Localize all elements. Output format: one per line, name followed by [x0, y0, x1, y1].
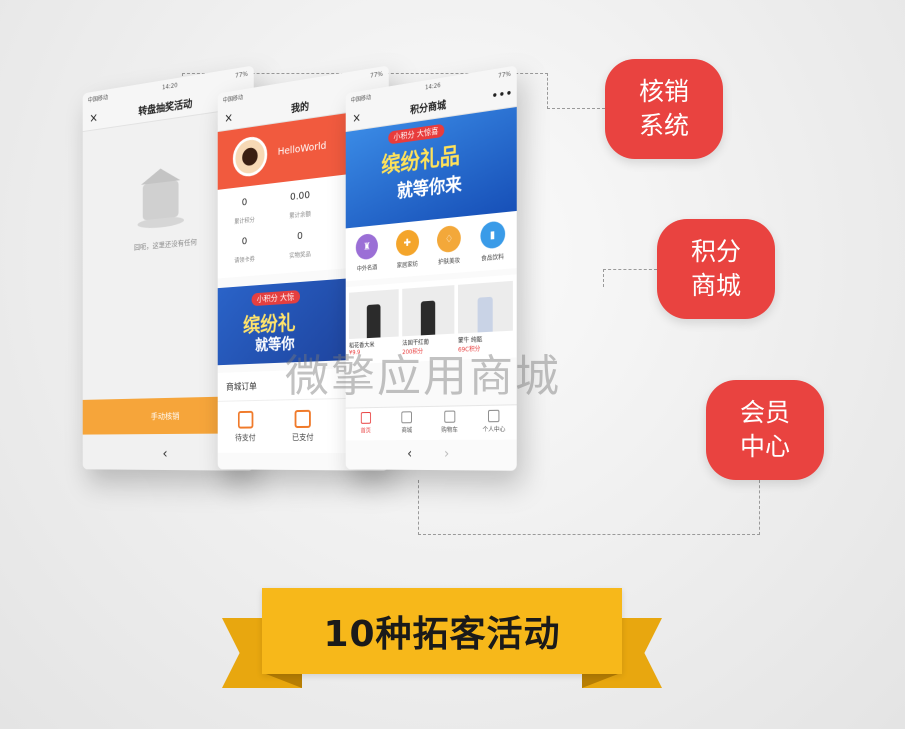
order-pending-item[interactable]: 待支付	[235, 411, 256, 443]
product-image	[458, 281, 513, 334]
connector-line	[759, 480, 760, 535]
bag-tab-icon	[402, 411, 413, 423]
points-mall-badge: 积分 商城	[657, 219, 775, 319]
category-home[interactable]: ✚ 家居家纺	[387, 228, 428, 270]
home-tab-icon	[361, 412, 371, 424]
member-center-badge: 会员 中心	[706, 380, 824, 480]
tab-cart[interactable]: 购物车	[428, 406, 472, 440]
avatar[interactable]	[233, 135, 267, 179]
tab-home[interactable]: 首页	[346, 408, 386, 441]
category-drink[interactable]: ▮ 食品饮料	[471, 219, 515, 263]
battery-label: 77%	[235, 70, 248, 79]
ribbon-headline: 10种拓客活动	[323, 605, 560, 657]
carrier-label: 中国移动	[223, 92, 243, 104]
stat-item[interactable]: 0 累计积分	[218, 189, 272, 234]
carrier-label: 中国移动	[351, 92, 371, 104]
wallet-icon	[238, 411, 253, 429]
phone-mall-screen: 中国移动 14:26 77% × 积分商城 ••• 小积分 大惊喜 缤纷礼品 就…	[346, 65, 517, 470]
connector-line	[603, 269, 604, 287]
forward-icon[interactable]: ›	[444, 446, 449, 462]
ribbon-banner: 10种拓客活动	[262, 588, 622, 674]
time-label: 14:26	[425, 81, 441, 91]
drink-icon: ▮	[480, 220, 505, 249]
headline-ribbon: 10种拓客活动	[222, 588, 662, 696]
connector-line	[418, 534, 760, 535]
browser-nav: ‹ ›	[346, 446, 517, 463]
close-icon[interactable]: ×	[89, 109, 104, 125]
stat-item[interactable]: 0.00 累计余额	[272, 183, 329, 229]
order-paid-item[interactable]: 已支付	[292, 410, 314, 443]
bottom-tab-bar: 首页 商城 购物车 个人中心	[346, 404, 517, 440]
stat-item[interactable]: 0 请领卡券	[218, 229, 272, 273]
battery-label: 77%	[370, 70, 383, 79]
tab-profile[interactable]: 个人中心	[472, 405, 517, 440]
home-icon: ✚	[396, 229, 419, 257]
product-image	[349, 289, 399, 339]
watermark-text: 微擎应用商城	[285, 340, 561, 404]
user-tab-icon	[488, 410, 499, 423]
tab-mall[interactable]: 商城	[386, 407, 428, 440]
stat-item[interactable]: 0 实物奖品	[272, 223, 329, 268]
connector-line	[603, 269, 657, 270]
time-label: 14:20	[162, 81, 178, 91]
product-image	[402, 285, 454, 336]
paid-icon	[295, 410, 311, 428]
verify-system-badge: 核销 系统	[605, 59, 723, 159]
cart-tab-icon	[444, 411, 455, 423]
connector-line	[547, 73, 548, 109]
carrier-label: 中国移动	[88, 92, 108, 104]
category-beauty[interactable]: ♢ 护肤美妆	[428, 224, 471, 267]
more-icon[interactable]: •••	[492, 88, 509, 102]
close-icon[interactable]: ×	[224, 109, 239, 125]
empty-box-icon	[134, 157, 188, 233]
wine-icon: ♜	[356, 233, 378, 260]
banner-tag: 小积分 大惊	[252, 290, 300, 306]
close-icon[interactable]: ×	[352, 109, 367, 125]
connector-line	[547, 108, 605, 109]
back-icon[interactable]: ‹	[407, 446, 412, 462]
username-label: HelloWorld	[278, 140, 327, 157]
promo-stage: 中国移动 14:20 77% × 转盘抽奖活动 囧呃，这里还没有任何 手动核销 …	[0, 0, 905, 729]
battery-label: 77%	[498, 70, 511, 79]
category-wine[interactable]: ♜ 中外名酒	[347, 232, 387, 274]
connector-line	[418, 480, 419, 535]
beauty-icon: ♢	[437, 225, 461, 253]
